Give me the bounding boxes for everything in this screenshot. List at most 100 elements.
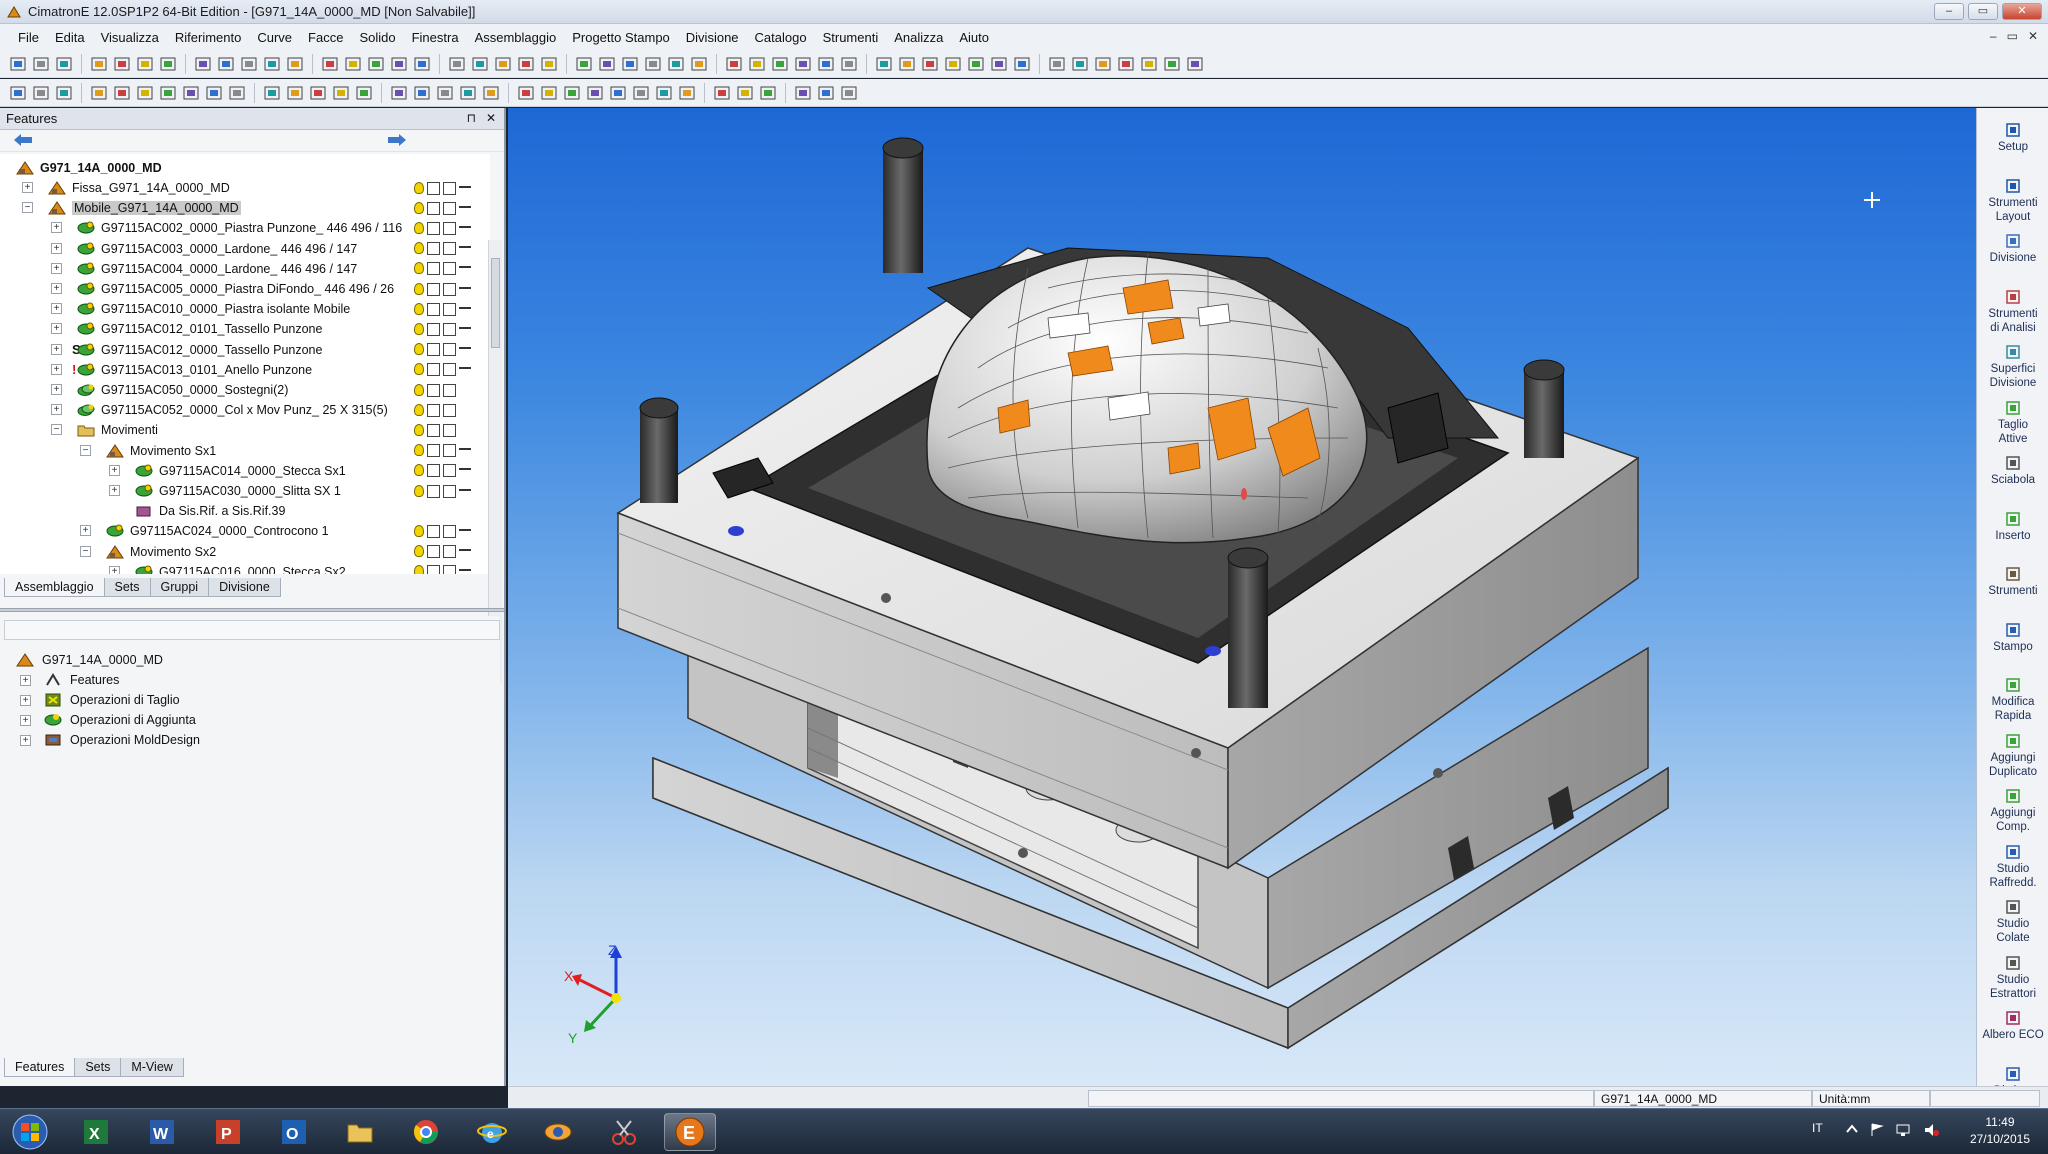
start-button[interactable] bbox=[4, 1113, 56, 1151]
toolbar-tool-icon[interactable] bbox=[354, 83, 374, 103]
display-box-icon[interactable] bbox=[443, 545, 456, 559]
display-box-icon[interactable] bbox=[443, 403, 456, 417]
expand-toggle[interactable]: − bbox=[51, 424, 62, 436]
toolbar-tool-icon[interactable] bbox=[31, 54, 51, 74]
toolbar-tool-icon[interactable] bbox=[389, 83, 409, 103]
toolbar-tool-icon[interactable] bbox=[239, 54, 259, 74]
menu-finestra[interactable]: Finestra bbox=[404, 30, 467, 45]
toolbar-tool-icon[interactable] bbox=[1012, 54, 1032, 74]
toolbar-tool-icon[interactable] bbox=[331, 83, 351, 103]
toolbar-tool-icon[interactable] bbox=[262, 54, 282, 74]
toolbar-tool-icon[interactable] bbox=[1185, 54, 1205, 74]
menu-visualizza[interactable]: Visualizza bbox=[93, 30, 167, 45]
close-button[interactable]: ✕ bbox=[2002, 3, 2042, 20]
display-box-icon[interactable] bbox=[443, 242, 456, 256]
visibility-bulb-icon[interactable] bbox=[414, 464, 424, 477]
tree-root[interactable]: G971_14A_0000_MD bbox=[0, 158, 490, 178]
rightbar-tool[interactable]: Studio Estrattori bbox=[1977, 955, 2048, 1001]
tree-row[interactable]: + G97115AC014_0000_Stecca Sx1 bbox=[0, 461, 490, 481]
toolbar-tool-icon[interactable] bbox=[654, 83, 674, 103]
menu-analizza[interactable]: Analizza bbox=[886, 30, 951, 45]
toolbar-tool-icon[interactable] bbox=[735, 83, 755, 103]
tree-row[interactable]: + G97115AC005_0000_Piastra DiFondo_ 446 4… bbox=[0, 279, 490, 299]
toolbar-tool-icon[interactable] bbox=[8, 83, 28, 103]
tree-row[interactable]: Da Sis.Rif. a Sis.Rif.39 bbox=[0, 501, 490, 521]
tab-sets[interactable]: Sets bbox=[103, 578, 151, 597]
expand-toggle[interactable]: + bbox=[80, 525, 91, 537]
visibility-bulb-icon[interactable] bbox=[414, 484, 424, 497]
toolbar-tool-icon[interactable] bbox=[574, 54, 594, 74]
visibility-bulb-icon[interactable] bbox=[414, 181, 424, 194]
tree-row[interactable]: + G97115AC012_0101_Tassello Punzone bbox=[0, 319, 490, 339]
toolbar-tool-icon[interactable] bbox=[320, 54, 340, 74]
expand-toggle[interactable]: + bbox=[51, 222, 62, 234]
toolbar-tool-icon[interactable] bbox=[458, 83, 478, 103]
doc-restore-button[interactable]: ▭ bbox=[2007, 29, 2018, 43]
menu-riferimento[interactable]: Riferimento bbox=[167, 30, 249, 45]
toolbar-tool-icon[interactable] bbox=[770, 54, 790, 74]
toolbar-tool-icon[interactable] bbox=[112, 83, 132, 103]
display-box-icon[interactable] bbox=[443, 262, 456, 276]
expand-toggle[interactable]: + bbox=[22, 182, 33, 193]
pin-toggle-icon[interactable] bbox=[459, 569, 471, 574]
pin-toggle-icon[interactable] bbox=[459, 185, 471, 192]
toolbar-tool-icon[interactable] bbox=[689, 54, 709, 74]
history-item-aggiunta[interactable]: + Operazioni di Aggiunta bbox=[0, 710, 490, 730]
expand-toggle[interactable]: + bbox=[51, 363, 62, 375]
pin-toggle-icon[interactable] bbox=[459, 549, 471, 555]
tree-row[interactable]: + G97115AC004_0000_Lardone_ 446 496 / 147 bbox=[0, 259, 490, 279]
taskbar-ie[interactable]: e bbox=[466, 1113, 518, 1151]
rightbar-tool[interactable]: Strumenti Layout bbox=[1977, 178, 2048, 224]
toolbar-tool-icon[interactable] bbox=[631, 83, 651, 103]
tab-m-view[interactable]: M-View bbox=[120, 1058, 184, 1077]
display-box-icon[interactable] bbox=[443, 484, 456, 498]
rightbar-tool[interactable]: Setup bbox=[1977, 122, 2048, 154]
rightbar-tool[interactable]: Aggiungi Comp. bbox=[1977, 788, 2048, 834]
toolbar-tool-icon[interactable] bbox=[897, 54, 917, 74]
taskbar-outlook[interactable]: O bbox=[268, 1113, 320, 1151]
show-box-icon[interactable] bbox=[427, 524, 440, 538]
toolbar-tool-icon[interactable] bbox=[158, 83, 178, 103]
visibility-bulb-icon[interactable] bbox=[414, 423, 424, 436]
maximize-button[interactable]: ▭ bbox=[1968, 3, 1998, 20]
toolbar-tool-icon[interactable] bbox=[608, 83, 628, 103]
toolbar-tool-icon[interactable] bbox=[135, 54, 155, 74]
tree-row[interactable]: + S G97115AC012_0000_Tassello Punzone bbox=[0, 340, 490, 360]
toolbar-tool-icon[interactable] bbox=[412, 83, 432, 103]
toolbar-tool-icon[interactable] bbox=[966, 54, 986, 74]
show-box-icon[interactable] bbox=[427, 221, 440, 235]
display-box-icon[interactable] bbox=[443, 322, 456, 336]
toolbar-tool-icon[interactable] bbox=[308, 83, 328, 103]
pin-toggle-icon[interactable] bbox=[459, 286, 471, 293]
flag-icon[interactable] bbox=[1870, 1123, 1884, 1137]
toolbar-tool-icon[interactable] bbox=[839, 54, 859, 74]
toolbar-tool-icon[interactable] bbox=[943, 54, 963, 74]
show-box-icon[interactable] bbox=[427, 545, 440, 559]
toolbar-tool-icon[interactable] bbox=[481, 83, 501, 103]
visibility-bulb-icon[interactable] bbox=[414, 221, 424, 234]
rightbar-tool[interactable]: Studio Raffredd. bbox=[1977, 844, 2048, 890]
visibility-bulb-icon[interactable] bbox=[414, 242, 424, 255]
expand-toggle[interactable]: − bbox=[80, 444, 91, 456]
expand-toggle[interactable]: + bbox=[51, 343, 62, 355]
menu-edita[interactable]: Edita bbox=[47, 30, 93, 45]
language-indicator[interactable]: IT bbox=[1812, 1121, 1823, 1135]
visibility-bulb-icon[interactable] bbox=[414, 343, 424, 356]
toolbar-tool-icon[interactable] bbox=[89, 83, 109, 103]
taskbar-word[interactable]: W bbox=[136, 1113, 188, 1151]
expand-toggle[interactable]: − bbox=[22, 202, 33, 214]
show-box-icon[interactable] bbox=[427, 484, 440, 498]
doc-close-button[interactable]: ✕ bbox=[2028, 29, 2038, 43]
tree-row[interactable]: − Movimento Sx1 bbox=[0, 441, 490, 461]
menu-facce[interactable]: Facce bbox=[300, 30, 351, 45]
tree-row[interactable]: + G97115AC010_0000_Piastra isolante Mobil… bbox=[0, 299, 490, 319]
tree-row[interactable]: + G97115AC052_0000_Col x Mov Punz_ 25 X 3… bbox=[0, 400, 490, 420]
menu-file[interactable]: File bbox=[10, 30, 47, 45]
taskbar-excel[interactable]: X bbox=[70, 1113, 122, 1151]
pin-toggle-icon[interactable] bbox=[459, 225, 471, 232]
rightbar-tool[interactable]: Sciabola bbox=[1977, 455, 2048, 487]
toolbar-tool-icon[interactable] bbox=[758, 83, 778, 103]
rightbar-tool[interactable]: Albero ECO bbox=[1977, 1010, 2048, 1042]
expand-toggle[interactable]: + bbox=[51, 242, 62, 254]
pin-toggle-icon[interactable] bbox=[459, 266, 471, 272]
